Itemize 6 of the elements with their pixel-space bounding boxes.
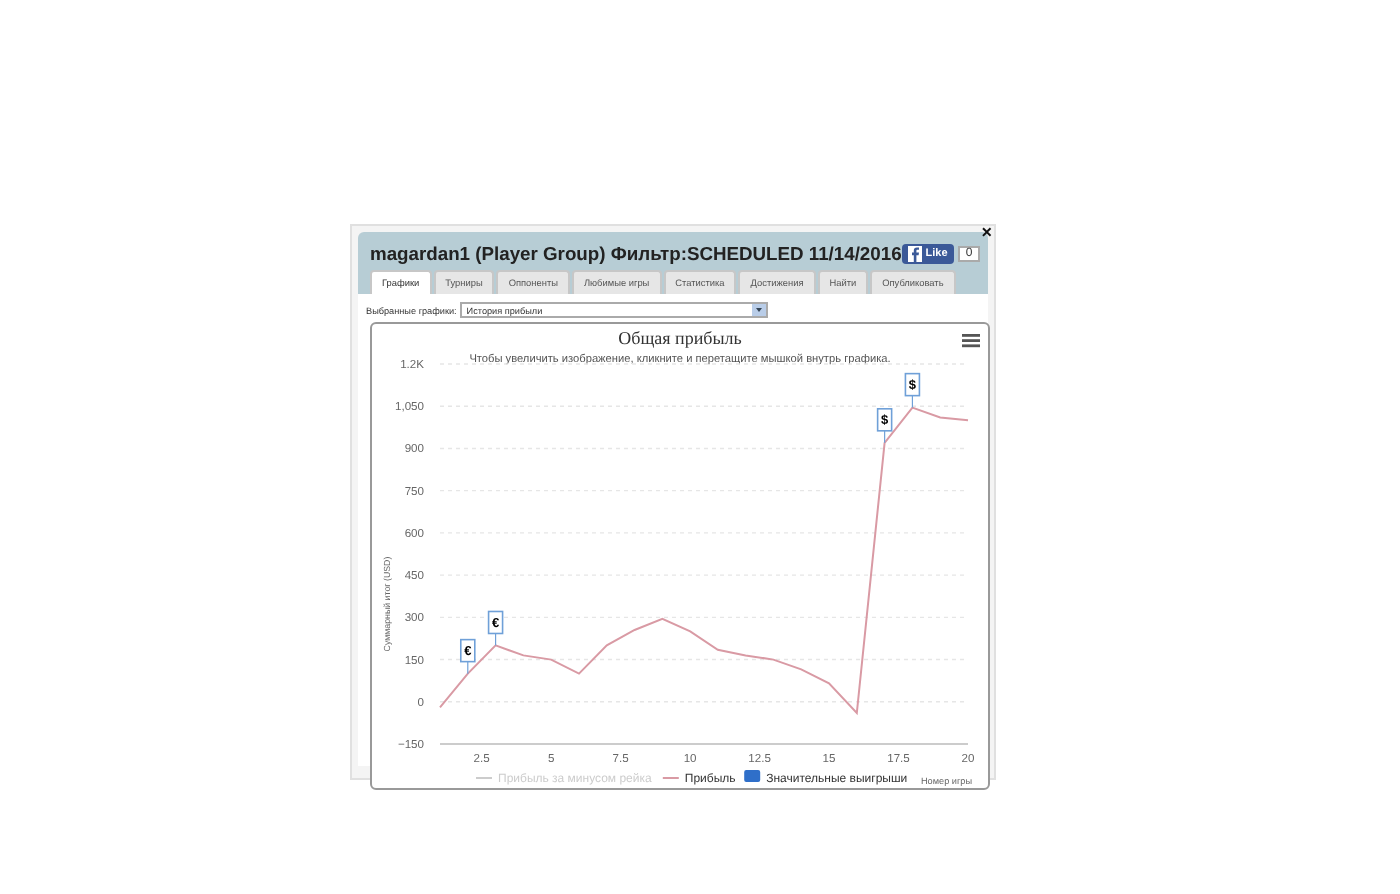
dropdown-icon	[752, 304, 767, 316]
close-button[interactable]: ×	[981, 224, 992, 242]
window-title: magardan1 (Player Group) Фильтр:SCHEDULED 11/14/2016	[370, 242, 902, 264]
menu-icon[interactable]	[962, 334, 980, 348]
chart-title: Общая прибыль	[618, 328, 742, 348]
facebook-icon	[907, 245, 922, 261]
